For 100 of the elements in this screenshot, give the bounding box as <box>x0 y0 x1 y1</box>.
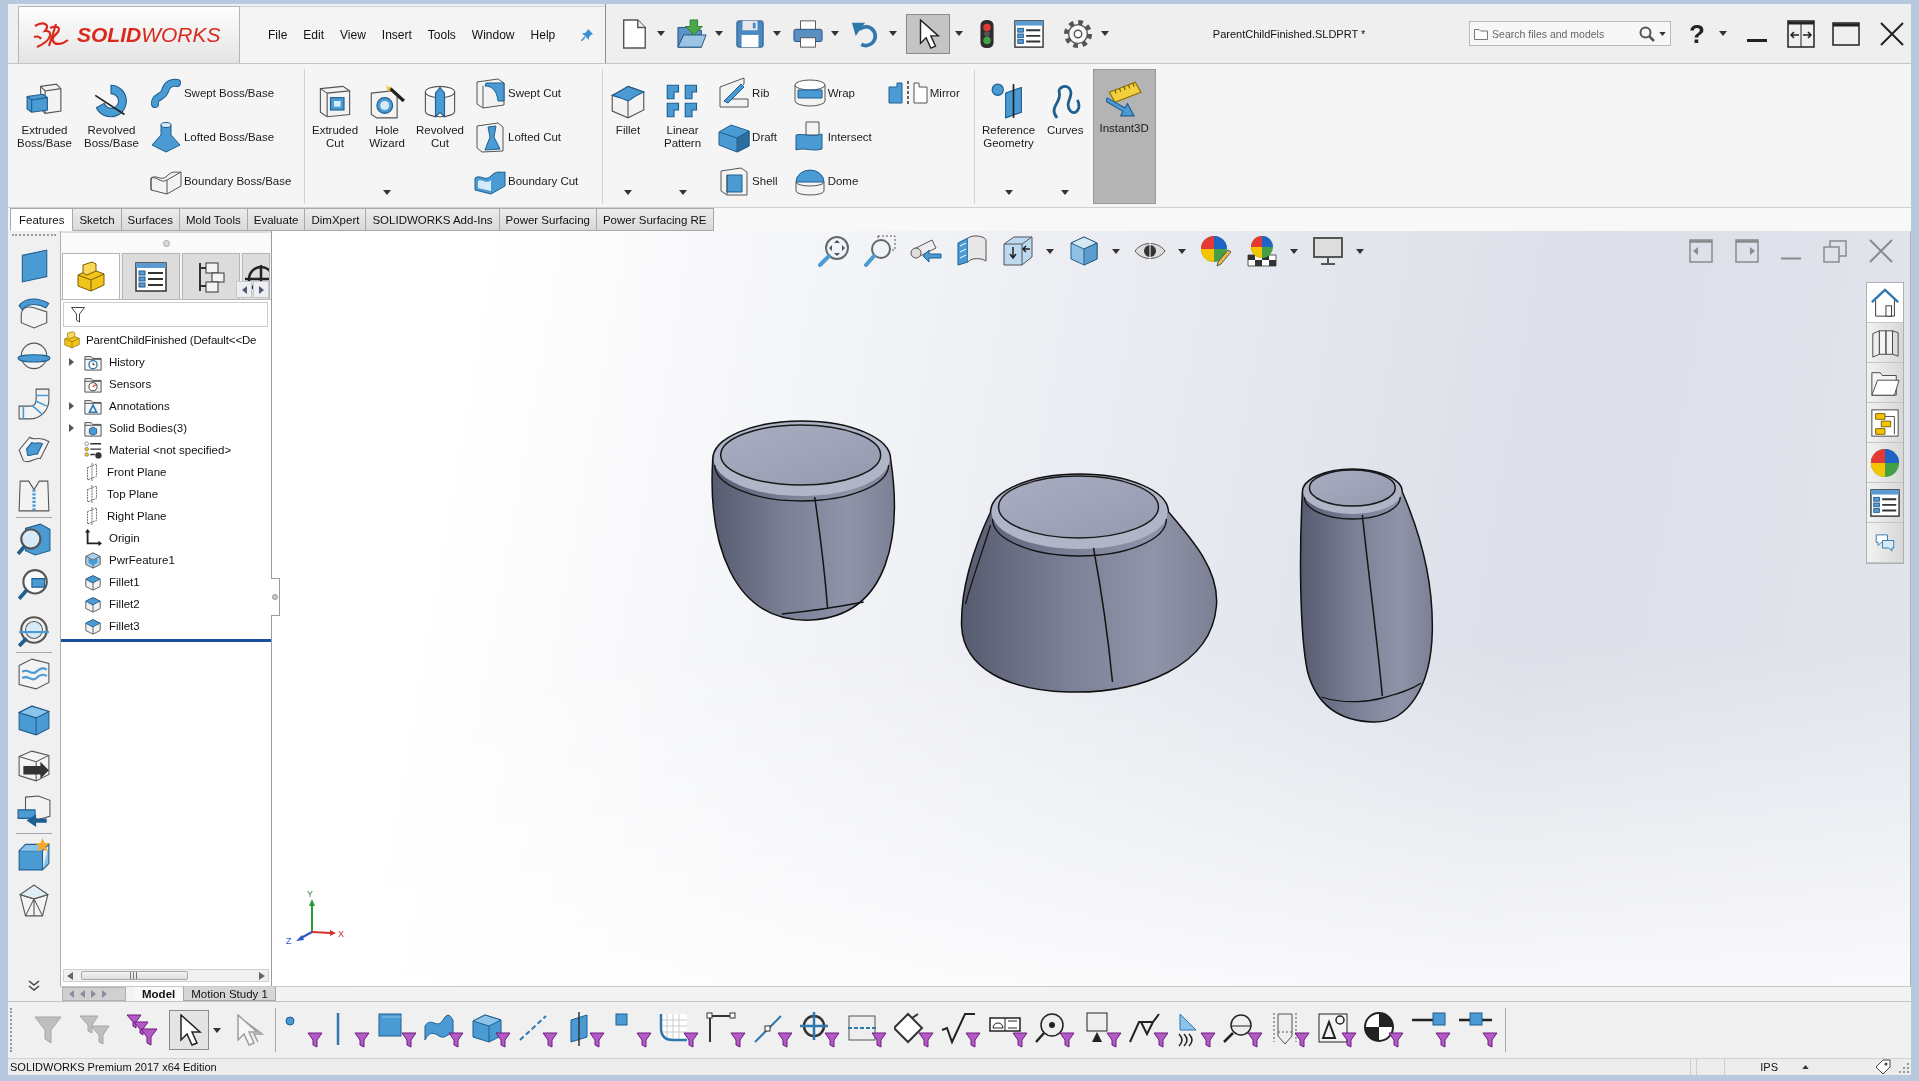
monitor-icon[interactable] <box>1312 235 1344 267</box>
expand-arrow-icon[interactable] <box>68 402 75 410</box>
ribbon-button[interactable]: Draft <box>716 115 780 159</box>
minimize-icon[interactable] <box>1781 256 1801 260</box>
ribbon-button[interactable]: Revolved Boss/Base <box>80 69 142 204</box>
caret-icon[interactable] <box>1061 190 1070 195</box>
view-cube-icon[interactable] <box>1002 235 1034 267</box>
filter-icon[interactable] <box>1035 1012 1075 1048</box>
caret-icon[interactable] <box>1290 248 1298 254</box>
arrow-left-icon[interactable] <box>67 971 73 980</box>
menu-item[interactable]: Tools <box>419 24 464 46</box>
task-pane-tab[interactable] <box>1867 323 1903 363</box>
shaded-cube-icon[interactable] <box>1068 235 1100 267</box>
window-right-icon[interactable] <box>1735 239 1759 263</box>
box-move-icon[interactable] <box>17 795 51 829</box>
ribbon-button[interactable]: Extruded Boss/Base <box>14 69 75 204</box>
zoom-fit-icon[interactable] <box>818 235 850 267</box>
cube-icon[interactable] <box>17 703 51 737</box>
horizontal-scrollbar[interactable] <box>63 969 269 982</box>
caret-icon[interactable] <box>889 31 897 36</box>
magnifier-block-icon[interactable] <box>17 522 51 556</box>
ribbon-button[interactable]: Wrap <box>791 71 874 115</box>
caret-icon[interactable] <box>773 31 781 36</box>
folder-arrow-icon[interactable] <box>677 18 707 49</box>
filter-icon[interactable] <box>1411 1012 1451 1048</box>
tree-item[interactable]: Material <not specified> <box>61 439 271 461</box>
filter-field[interactable] <box>63 302 268 327</box>
expand-arrow-icon[interactable] <box>68 424 75 432</box>
ribbon-button[interactable]: Rib <box>716 71 780 115</box>
tree-item[interactable]: Front Plane <box>61 461 271 483</box>
search-box[interactable]: Search files and models <box>1469 21 1672 46</box>
menu-item[interactable]: Insert <box>373 24 420 46</box>
panel-tab[interactable] <box>182 253 240 299</box>
zoom-area-icon[interactable] <box>864 235 896 267</box>
menu-item[interactable]: File <box>260 24 296 46</box>
arrow-right-icon[interactable] <box>259 971 265 980</box>
tree-item[interactable]: Sensors <box>61 373 271 395</box>
caret-icon[interactable] <box>1046 248 1054 254</box>
task-pane-tab[interactable] <box>1867 363 1903 403</box>
color-ball-pencil-icon[interactable] <box>1200 235 1232 267</box>
task-pane-tab[interactable] <box>1867 283 1903 323</box>
tree-item[interactable]: Top Plane <box>61 483 271 505</box>
tag-icon[interactable] <box>1875 1059 1891 1075</box>
model-tab[interactable]: Motion Study 1 <box>183 987 276 1001</box>
ribbon-tab[interactable]: Surfaces <box>121 208 180 231</box>
tree-item[interactable]: Solid Bodies(3) <box>61 417 271 439</box>
filter-icon[interactable] <box>941 1012 981 1048</box>
menu-item[interactable]: Window <box>463 24 523 46</box>
filter-icon[interactable] <box>1223 1012 1263 1048</box>
ribbon-tab[interactable]: Sketch <box>73 208 122 231</box>
units-label[interactable]: IPS <box>1760 1059 1802 1075</box>
caret-icon[interactable] <box>955 31 963 36</box>
printer-icon[interactable] <box>793 18 823 49</box>
caret-icon[interactable] <box>1112 248 1120 254</box>
double-chevron-icon[interactable] <box>28 980 40 991</box>
maximize-icon[interactable] <box>1832 21 1860 46</box>
ribbon-tab[interactable]: Features <box>10 208 74 231</box>
search-icon[interactable] <box>1639 25 1656 42</box>
caret-icon[interactable] <box>1004 190 1013 195</box>
settings-icon[interactable] <box>1063 18 1093 49</box>
ribbon-button[interactable]: Lofted Cut <box>472 115 581 159</box>
filter-icon[interactable] <box>1364 1012 1404 1048</box>
model-tab[interactable]: Model <box>134 987 184 1001</box>
ribbon-button[interactable]: Instant3D <box>1092 69 1156 204</box>
scrollbar-thumb[interactable] <box>81 971 188 980</box>
menu-item[interactable]: View <box>332 24 374 46</box>
ribbon-button[interactable]: Intersect <box>791 115 874 159</box>
filter-icon[interactable] <box>1458 1012 1498 1048</box>
caret-icon[interactable] <box>1659 31 1667 36</box>
tab-scroll-button[interactable] <box>236 281 252 298</box>
grip-handle[interactable] <box>10 1008 13 1052</box>
filter-icon[interactable] <box>894 1012 934 1048</box>
toolbar-button[interactable] <box>906 13 950 54</box>
box-star-icon[interactable] <box>17 838 51 872</box>
filter-icon[interactable] <box>659 1012 699 1048</box>
caret-icon[interactable] <box>657 31 665 36</box>
caret-icon[interactable] <box>213 1027 221 1033</box>
ribbon-button[interactable]: Dome <box>791 159 874 203</box>
tree-item[interactable]: Fillet3 <box>61 615 271 637</box>
tab-scroll-button[interactable] <box>253 281 269 298</box>
filter-icon[interactable] <box>1317 1012 1357 1048</box>
caret-icon[interactable] <box>1356 248 1364 254</box>
magnifier-icon[interactable] <box>17 614 51 648</box>
tree-item[interactable]: Fillet2 <box>61 593 271 615</box>
caret-icon[interactable] <box>1101 31 1109 36</box>
task-pane-tab[interactable] <box>1867 483 1903 523</box>
panel-tab[interactable] <box>122 253 180 299</box>
zipper-shape-icon[interactable] <box>17 479 51 513</box>
filter-icon[interactable] <box>1129 1012 1169 1048</box>
tree-item[interactable]: PwrFeature1 <box>61 549 271 571</box>
ribbon-button[interactable]: Shell <box>716 159 780 203</box>
ribbon-button[interactable]: Lofted Boss/Base <box>147 115 294 159</box>
caret-icon[interactable] <box>678 190 687 195</box>
caret-icon[interactable] <box>383 190 392 195</box>
window-left-icon[interactable] <box>1689 239 1713 263</box>
tree-item[interactable]: Origin <box>61 527 271 549</box>
menu-item[interactable]: Help <box>522 24 564 46</box>
box-arrow-icon[interactable] <box>17 749 51 783</box>
list-icon[interactable] <box>1014 18 1044 49</box>
section-view-icon[interactable] <box>956 235 988 267</box>
